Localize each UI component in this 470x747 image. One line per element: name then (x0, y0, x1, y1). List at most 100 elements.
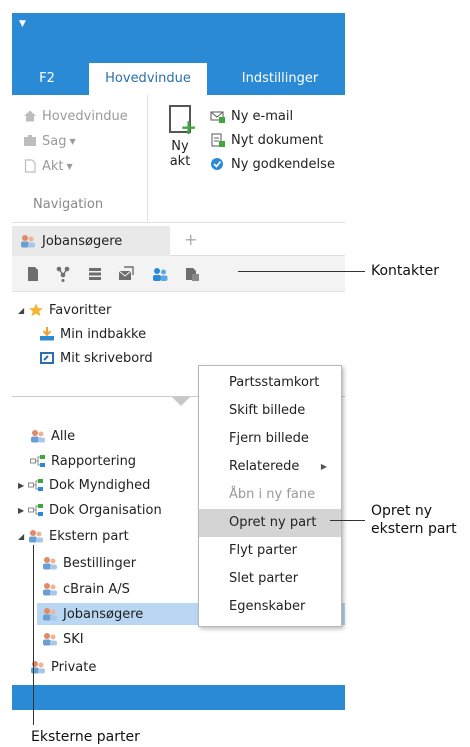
page-tab-bar: Jobansøgere + (12, 226, 345, 256)
new-document-small-icon (211, 133, 225, 147)
org-chart-icon (30, 455, 45, 467)
tab-hovedvindue[interactable]: Hovedvindue (89, 63, 207, 95)
ny-godkendelse-button[interactable]: Ny godkendelse (210, 153, 335, 175)
sag-dropdown-icon: ▼ (69, 136, 76, 146)
mit-skrivebord-label: Mit skrivebord (60, 350, 153, 366)
akt-dropdown-icon: ▼ (66, 161, 73, 171)
tree-item-ski[interactable]: SKI (42, 628, 84, 650)
menu-item-egenskaber[interactable]: Egenskaber (199, 593, 341, 621)
org-chart-icon (28, 479, 43, 491)
menu-item-skift-billede[interactable]: Skift billede (199, 397, 341, 425)
contact-group-icon (43, 633, 57, 646)
document-view-icon[interactable] (25, 266, 41, 282)
tree-item-alle[interactable]: Alle (30, 425, 75, 447)
tree-item-dok-organisation[interactable]: ▶ Dok Organisation (18, 499, 162, 521)
tab-indstillinger[interactable]: Indstillinger (215, 63, 345, 95)
contacts-icon[interactable] (152, 266, 168, 282)
rapportering-label: Rapportering (51, 453, 137, 469)
tree-item-rapportering[interactable]: Rapportering (30, 450, 136, 472)
tree-item-private[interactable]: Private (30, 656, 96, 678)
mail-view-icon[interactable] (118, 266, 134, 282)
bestillinger-label: Bestillinger (63, 555, 137, 571)
ny-email-label: Ny e-mail (231, 108, 294, 124)
menu-item-partsstamkort[interactable]: Partsstamkort (199, 369, 341, 397)
navigation-group: Hovedvindue Sag ▼ Akt ▼ Navigation (12, 95, 148, 223)
ny-akt-label-line1: Ny (171, 139, 189, 154)
add-tab-icon[interactable]: + (184, 230, 197, 249)
navigation-group-label: Navigation (33, 197, 104, 212)
inbox-icon (40, 327, 54, 341)
callout-line-kontakter (238, 271, 365, 272)
private-label: Private (51, 659, 97, 675)
case-icon (24, 135, 36, 146)
favorite-mit-skrivebord[interactable]: Mit skrivebord (39, 347, 153, 369)
menu-item-flyt-parter[interactable]: Flyt parter (199, 537, 341, 565)
callout-opret-line2: ekstern part (371, 521, 457, 537)
folder-view-icon[interactable] (184, 266, 200, 282)
callout-eksterne-parter: Eksterne parter (31, 729, 140, 745)
nav-hovedvindue-label: Hovedvindue (42, 108, 128, 124)
nav-akt-label: Akt (42, 158, 64, 174)
collapse-arrow-icon[interactable]: ◢ (18, 306, 28, 315)
quick-access-dropdown-icon[interactable]: ▼ (19, 19, 26, 29)
tree-item-dok-myndighed[interactable]: ▶ Dok Myndighed (18, 474, 150, 496)
tab-f2[interactable]: F2 (22, 63, 72, 95)
tab-jobansogere-label: Jobansøgere (42, 233, 123, 249)
contact-group-icon (29, 530, 43, 543)
contact-group-icon (43, 583, 57, 596)
org-chart-icon (28, 504, 43, 516)
menu-item-slet-parter[interactable]: Slet parter (199, 565, 341, 593)
list-view-icon[interactable] (87, 266, 103, 282)
nyt-dokument-button[interactable]: Nyt dokument (210, 129, 323, 151)
contact-group-icon (31, 430, 45, 443)
nav-akt-button[interactable]: Akt ▼ (23, 155, 73, 177)
menu-item-fjern-billede[interactable]: Fjern billede (199, 425, 341, 453)
tree-item-ekstern-part[interactable]: ◢ Ekstern part (18, 525, 129, 547)
min-indbakke-label: Min indbakke (60, 326, 147, 342)
tree-item-jobansogere[interactable]: Jobansøgere (42, 603, 143, 625)
menu-item-aabn-i-ny-fane[interactable]: Åbn i ny fane (199, 481, 341, 509)
view-toolbar (12, 256, 345, 292)
callout-line-opret (330, 520, 365, 521)
callout-line-eksterne (33, 545, 34, 725)
menu-item-relaterede[interactable]: Relaterede ▶ (199, 453, 341, 481)
context-menu: Partsstamkort Skift billede Fjern billed… (198, 365, 342, 627)
relaterede-label: Relaterede (229, 459, 300, 474)
approval-icon (211, 158, 223, 170)
tab-jobansogere[interactable]: Jobansøgere (12, 226, 170, 256)
contact-group-icon (43, 557, 57, 570)
nav-sag-label: Sag (42, 133, 67, 149)
document-icon (24, 159, 36, 173)
home-icon (24, 110, 36, 122)
star-icon (29, 303, 43, 317)
dok-organisation-label: Dok Organisation (49, 502, 162, 518)
submenu-arrow-icon: ▶ (320, 462, 327, 471)
ribbon-tab-bar: F2 Hovedvindue Indstillinger (12, 63, 345, 95)
dok-myndighed-label: Dok Myndighed (49, 477, 151, 493)
title-bar: ▼ (12, 13, 345, 63)
ny-email-button[interactable]: Ny e-mail (210, 105, 293, 127)
ski-label: SKI (63, 631, 84, 647)
ny-akt-label-line2: akt (169, 154, 191, 169)
ekstern-part-label: Ekstern part (49, 528, 129, 544)
ny-akt-button[interactable]: + Ny akt (160, 105, 200, 195)
desk-icon (40, 352, 54, 364)
expand-arrow-icon[interactable]: ▶ (18, 481, 28, 490)
collapse-triangle-icon[interactable] (172, 397, 190, 406)
hierarchy-view-icon[interactable] (55, 266, 71, 282)
favorites-header[interactable]: ◢ Favoritter (18, 299, 111, 321)
ribbon: Hovedvindue Sag ▼ Akt ▼ Navigation + Ny … (12, 95, 345, 223)
expand-arrow-icon[interactable]: ▶ (18, 506, 28, 515)
nyt-dokument-label: Nyt dokument (231, 132, 324, 148)
status-bar (12, 685, 345, 710)
tree-item-cbrain[interactable]: cBrain A/S (42, 578, 130, 600)
collapse-arrow-icon[interactable]: ◢ (18, 532, 28, 541)
alle-label: Alle (51, 428, 76, 444)
ny-godkendelse-label: Ny godkendelse (231, 156, 335, 172)
callout-opret-line1: Opret ny (371, 503, 433, 519)
favorite-min-indbakke[interactable]: Min indbakke (39, 323, 146, 345)
menu-item-opret-ny-part[interactable]: Opret ny part (199, 509, 341, 537)
nav-sag-button[interactable]: Sag ▼ (23, 130, 76, 152)
tree-item-bestillinger[interactable]: Bestillinger (42, 552, 136, 574)
nav-hovedvindue-button[interactable]: Hovedvindue (23, 105, 128, 127)
